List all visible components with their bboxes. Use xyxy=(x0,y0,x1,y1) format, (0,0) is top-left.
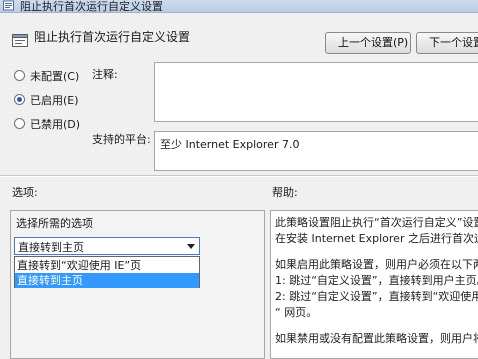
window-titlebar: 阻止执行首次运行自定义设置 xyxy=(0,0,478,13)
chevron-down-icon[interactable] xyxy=(187,244,195,249)
radio-label: 已启用(E) xyxy=(30,94,79,107)
page-title: 阻止执行首次运行自定义设置 xyxy=(34,30,191,44)
comment-textarea[interactable] xyxy=(154,62,478,122)
start-page-dropdown[interactable]: 直接转到主页 xyxy=(14,237,200,255)
platform-value: 至少 Internet Explorer 7.0 xyxy=(160,138,300,151)
dropdown-list: 直接转到“欢迎使用 IE”页 直接转到主页 xyxy=(14,256,200,288)
dropdown-selected-value: 直接转到主页 xyxy=(18,241,84,254)
help-line: 2: 跳过“自定义设置”，直接转到“欢迎使用 xyxy=(275,290,478,303)
previous-setting-button[interactable]: 上一个设置(P) xyxy=(325,32,411,54)
section-divider xyxy=(0,175,478,177)
policy-icon xyxy=(3,0,14,11)
dropdown-option-homepage[interactable]: 直接转到主页 xyxy=(15,273,199,288)
setting-icon xyxy=(12,34,28,47)
radio-label: 未配置(C) xyxy=(30,70,80,83)
help-line: 在安装 Internet Explorer 之后进行首次运行 xyxy=(275,232,478,245)
dropdown-option-welcome[interactable]: 直接转到“欢迎使用 IE”页 xyxy=(15,258,199,273)
help-line: 此策略设置阻止执行“首次运行自定义”设置 xyxy=(275,216,478,229)
help-heading: 帮助: xyxy=(272,186,298,199)
comment-label: 注释: xyxy=(92,68,118,81)
help-line: 如果禁用或没有配置此策略设置，则用户将进 xyxy=(275,332,478,345)
window-title: 阻止执行首次运行自定义设置 xyxy=(20,0,163,13)
help-line: 1: 跳过“自定义设置”，直接转到用户主页。 xyxy=(275,274,478,287)
help-line: “ 网页。 xyxy=(275,306,318,319)
help-pane: 此策略设置阻止执行“首次运行自定义”设置 在安装 Internet Explor… xyxy=(270,210,478,359)
radio-button[interactable] xyxy=(14,118,25,129)
radio-button-selected[interactable] xyxy=(14,94,25,105)
options-heading: 选项: xyxy=(12,186,38,199)
choose-option-label: 选择所需的选项 xyxy=(16,217,93,230)
platform-label: 支持的平台: xyxy=(92,133,151,146)
radio-button[interactable] xyxy=(14,70,25,81)
next-setting-button[interactable]: 下一个设置 xyxy=(416,32,478,54)
help-line: 如果启用此策略设置，则用户必须在以下两种 xyxy=(275,258,478,271)
radio-label: 已禁用(D) xyxy=(30,118,81,131)
